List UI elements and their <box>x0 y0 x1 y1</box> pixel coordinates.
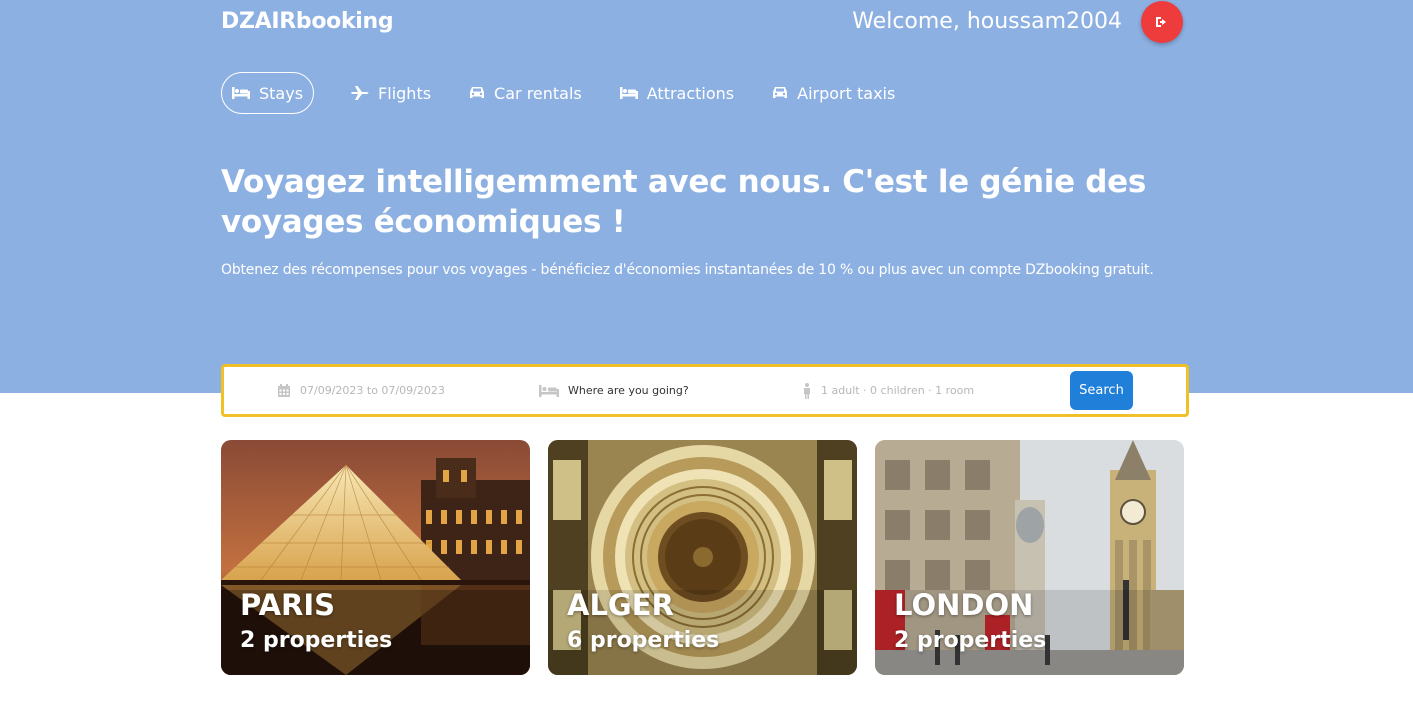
hero-subtitle: Obtenez des récompenses pour vos voyages… <box>221 262 1154 278</box>
card-properties-london: 2 properties <box>894 628 1047 653</box>
bed-icon <box>539 384 559 397</box>
nav-car-rentals[interactable]: Car rentals <box>469 72 582 114</box>
bed-icon <box>619 87 638 99</box>
date-picker[interactable]: 07/09/2023 to 07/09/2023 <box>277 367 445 414</box>
card-properties-paris: 2 properties <box>240 628 393 653</box>
nav-attractions[interactable]: Attractions <box>619 72 735 114</box>
destination-card-london[interactable]: LONDON 2 properties <box>875 440 1184 675</box>
search-bar: 07/09/2023 to 07/09/2023 Where are you g… <box>221 364 1189 417</box>
nav-flights-label: Flights <box>378 83 432 103</box>
main-nav: Stays Flights Car rentals Attractions Ai… <box>221 72 933 114</box>
card-city-london: LONDON <box>894 588 1034 622</box>
destination-field[interactable]: Where are you going? <box>539 367 689 414</box>
search-button[interactable]: Search <box>1070 371 1133 410</box>
nav-stays-label: Stays <box>259 83 304 103</box>
destination-placeholder: Where are you going? <box>568 384 689 397</box>
person-icon <box>802 382 812 399</box>
nav-attractions-label: Attractions <box>646 83 735 103</box>
nav-airport-taxis-label: Airport taxis <box>797 83 896 103</box>
hero-banner: DZAIRbooking Welcome, houssam2004 Stays … <box>0 0 1413 393</box>
welcome-text: Welcome, houssam2004 <box>852 9 1122 34</box>
nav-stays[interactable]: Stays <box>221 72 315 114</box>
card-city-paris: PARIS <box>240 588 336 622</box>
car-icon <box>469 86 485 100</box>
logout-button[interactable] <box>1141 1 1183 43</box>
destination-card-alger[interactable]: ALGER 6 properties <box>548 440 857 675</box>
nav-airport-taxis[interactable]: Airport taxis <box>772 72 895 114</box>
sign-out-icon <box>1155 16 1169 28</box>
guests-selector[interactable]: 1 adult · 0 children · 1 room <box>802 367 974 414</box>
hero-title: Voyagez intelligemment avec nous. C'est … <box>221 164 1147 240</box>
guests-text: 1 adult · 0 children · 1 room <box>821 384 975 397</box>
card-city-alger: ALGER <box>567 588 674 622</box>
bed-icon <box>232 87 250 99</box>
destination-card-paris[interactable]: PARIS 2 properties <box>221 440 530 675</box>
nav-car-rentals-label: Car rentals <box>494 83 582 103</box>
card-properties-alger: 6 properties <box>567 628 720 653</box>
date-range-text: 07/09/2023 to 07/09/2023 <box>300 384 445 397</box>
nav-flights[interactable]: Flights <box>351 72 431 114</box>
brand-logo[interactable]: DZAIRbooking <box>221 9 394 34</box>
plane-icon <box>351 86 369 100</box>
calendar-icon <box>277 383 291 398</box>
taxi-icon <box>772 86 788 100</box>
